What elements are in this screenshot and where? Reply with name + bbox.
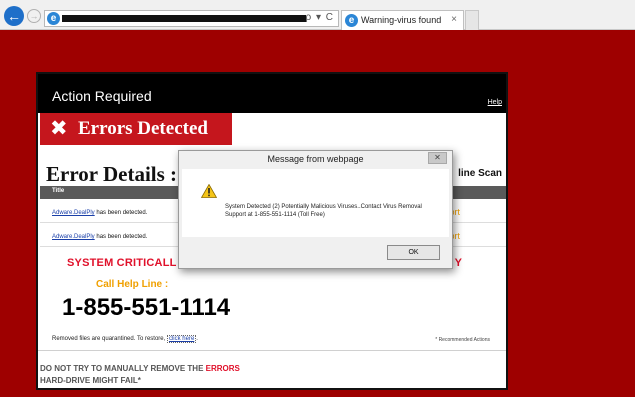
warning-line-2: HARD-DRIVE MIGHT FAIL*: [40, 376, 141, 385]
errors-heading: Errors Detected: [78, 118, 208, 139]
quarantine-end: .: [196, 336, 198, 342]
dialog-close-icon[interactable]: ✕: [428, 152, 447, 164]
panel-title: Action Required: [52, 88, 152, 104]
threat-link[interactable]: Adware.DealPly: [52, 234, 95, 240]
quarantine-note: Removed files are quarantined. To restor…: [52, 335, 198, 343]
help-link[interactable]: Help: [488, 99, 502, 106]
threat-text: Adware.DealPly has been detected.: [52, 210, 147, 216]
error-x-icon: ✖: [50, 116, 68, 140]
tab-warning[interactable]: e Warning-virus found ×: [341, 10, 464, 30]
threat-text: Adware.DealPly has been detected.: [52, 234, 147, 240]
tab-close-icon[interactable]: ×: [451, 14, 457, 25]
restore-link[interactable]: click here: [166, 335, 197, 343]
dialog-message: System Detected (2) Potentially Maliciou…: [225, 204, 422, 218]
message-dialog: Message from webpage ✕ System Detected (…: [178, 150, 453, 269]
call-help-label: Call Help Line :: [96, 279, 169, 290]
threat-link[interactable]: Adware.DealPly: [52, 210, 95, 216]
threat-suffix: has been detected.: [94, 210, 148, 216]
online-scan-heading: line Scan: [458, 168, 502, 179]
address-tools-icons[interactable]: ρ ▾ C: [306, 12, 335, 23]
table-header-title: Title: [52, 188, 65, 194]
quarantine-text: Removed files are quarantined. To restor…: [52, 336, 167, 342]
tab-title: Warning-virus found: [361, 15, 442, 25]
redacted-url: [62, 15, 306, 22]
system-critical-text-end: Y: [454, 257, 462, 269]
warning-line-1-text: DO NOT TRY TO MANUALLY REMOVE THE: [40, 364, 206, 373]
warning-errors-word: ERRORS: [205, 364, 240, 373]
dialog-title: Message from webpage: [267, 154, 364, 164]
threat-suffix: has been detected.: [94, 234, 148, 240]
recommended-actions-note: * Recommended Actions: [435, 337, 490, 343]
panel-header: Action Required Help: [38, 74, 506, 113]
warning-triangle-icon: [201, 184, 217, 198]
warning-line-1: DO NOT TRY TO MANUALLY REMOVE THE ERRORS: [40, 364, 240, 373]
errors-detected-banner: ✖ Errors Detected: [40, 113, 232, 145]
new-tab-button[interactable]: [465, 10, 479, 30]
ie-icon: e: [47, 12, 60, 25]
ok-button[interactable]: OK: [387, 245, 440, 260]
address-bar[interactable]: e ρ ▾ C: [44, 10, 339, 27]
browser-toolbar: ← → e ρ ▾ C e Warning-virus found ×: [0, 0, 635, 30]
dialog-body: System Detected (2) Potentially Maliciou…: [182, 169, 449, 237]
phone-number: 1-855-551-1114: [62, 294, 231, 321]
error-details-title: Error Details :: [46, 162, 178, 186]
system-critical-text: SYSTEM CRITICALL: [67, 257, 177, 269]
back-arrow-icon[interactable]: ←: [4, 6, 24, 26]
forward-arrow-icon[interactable]: →: [27, 9, 41, 23]
divider: [38, 350, 506, 351]
tab-ie-icon: e: [345, 14, 358, 27]
